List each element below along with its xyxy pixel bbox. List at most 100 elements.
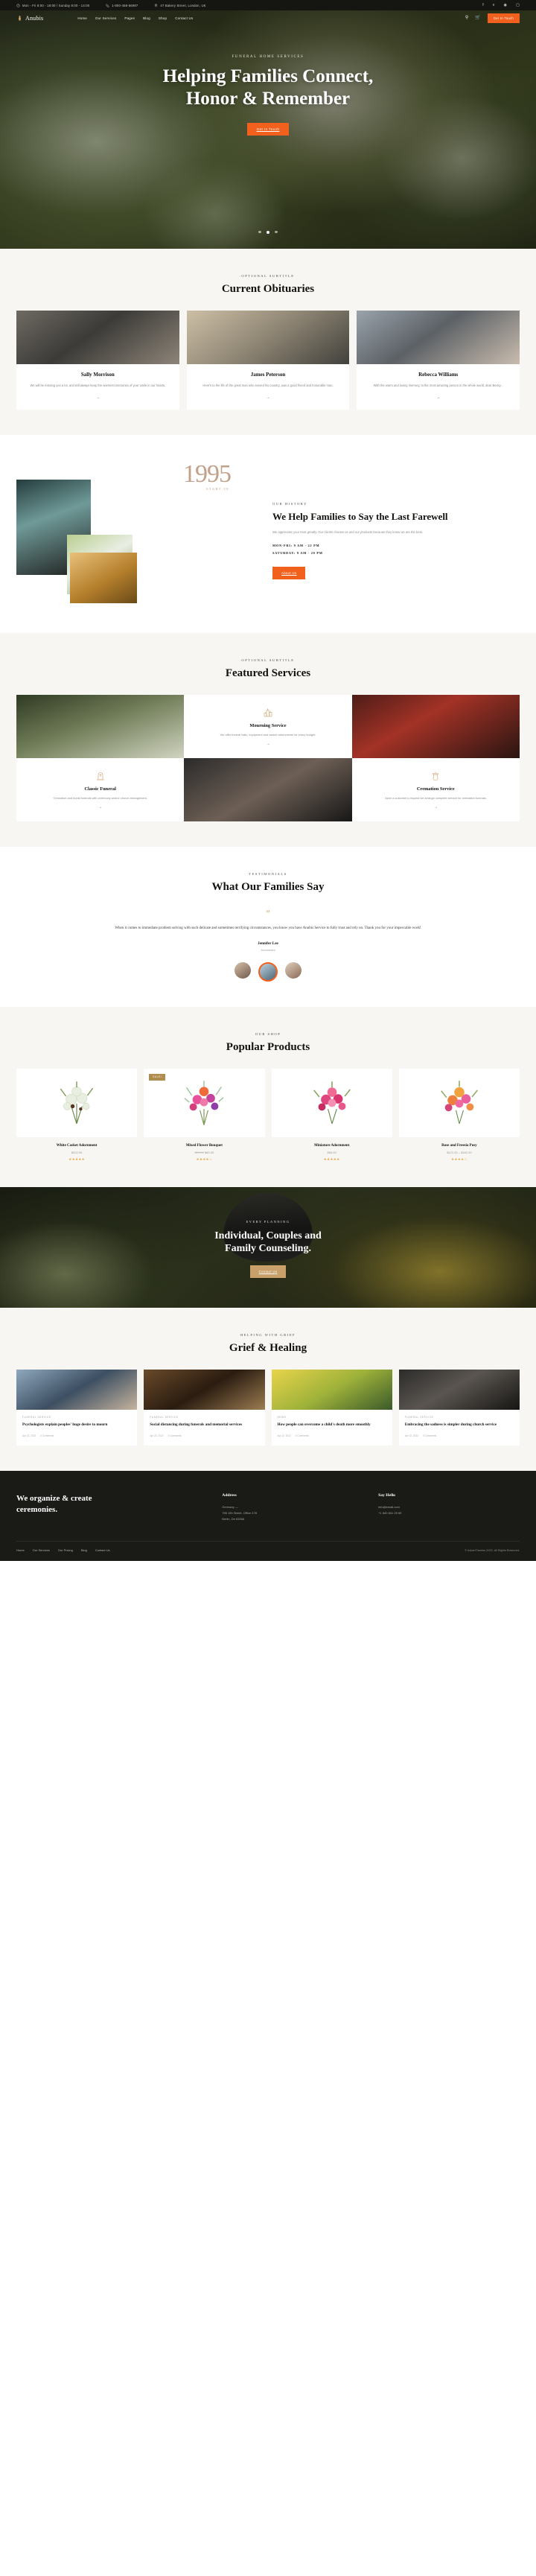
instagram-icon[interactable]: ▢ <box>516 3 520 7</box>
blog-eyebrow: HELPING WITH GRIEF <box>240 1332 296 1337</box>
blog-card[interactable]: FUNERAL SERVICE Social distancing during… <box>144 1369 265 1446</box>
blog-category[interactable]: FUNERAL SERVICE <box>405 1416 514 1419</box>
blog-post-title[interactable]: How people can overcome a child's death … <box>278 1422 386 1428</box>
footer-bottom-bar: Home Our Services Our Pricing Blog Conta… <box>16 1541 520 1561</box>
product-card[interactable]: SALE! Mixed Flower Bouquet $99.00 $89.00… <box>144 1068 265 1162</box>
blog-post-title[interactable]: Social distancing during funerals and me… <box>150 1422 258 1428</box>
hero-title: Helping Families Connect, Honor & Rememb… <box>0 66 536 109</box>
arrow-right-icon[interactable]: → <box>23 395 173 400</box>
nav-item-our-services[interactable]: Our Services <box>95 16 116 20</box>
blog-category[interactable]: FUNERAL SERVICE <box>22 1416 131 1419</box>
product-price: $202.00 <box>71 1150 83 1154</box>
product-card[interactable]: Miniature Adornment $69.00 ★★★★★ <box>271 1068 392 1162</box>
arrow-right-icon[interactable]: → <box>98 805 102 810</box>
hero-section: FUNERAL HOME SERVICES Helping Families C… <box>0 10 536 249</box>
slider-dot-1[interactable] <box>258 230 261 233</box>
services-grid: Mourning Service We offer funeral halls,… <box>16 694 520 821</box>
hours-weekday: MON-FRI: 9 AM - 22 PM <box>272 544 320 548</box>
get-in-touch-button[interactable]: Get In Touch <box>487 13 520 23</box>
arrow-right-icon[interactable]: → <box>266 742 269 746</box>
product-image <box>16 1068 138 1137</box>
obituary-card[interactable]: Sally Morrison We will be missing you a … <box>16 311 179 410</box>
hero-eyebrow: FUNERAL HOME SERVICES <box>232 55 304 59</box>
blog-comments: 0 Comments <box>168 1434 182 1438</box>
product-card[interactable]: Rose and Freesia Posy $121.00 – $182.00 … <box>398 1068 520 1162</box>
search-icon[interactable]: ⚲ <box>465 16 468 20</box>
blog-card[interactable]: FUNERAL SERVICE Psychologists explain pe… <box>16 1369 138 1446</box>
arrow-right-icon[interactable]: → <box>363 395 513 400</box>
arrow-right-icon[interactable]: → <box>194 395 343 400</box>
twitter-icon[interactable]: ᴠ <box>493 3 495 7</box>
footer-top: We organize & create ceremonies. Address… <box>16 1493 520 1521</box>
blog-section: HELPING WITH GRIEF Grief & Healing FUNER… <box>0 1307 536 1472</box>
blog-post-title[interactable]: Psychologists explain peoples' huge desi… <box>22 1422 131 1428</box>
phone-info[interactable]: 1-800-458-56987 <box>106 4 138 7</box>
footer-link-contact-us[interactable]: Contact Us <box>95 1548 110 1552</box>
service-card-mourning[interactable]: Mourning Service We offer funeral halls,… <box>184 694 352 758</box>
nav-item-shop[interactable]: Shop <box>159 16 167 20</box>
service-card-classic-funeral[interactable]: Classic Funeral Cremation and burial fun… <box>16 757 185 821</box>
services-header: OPTIONAL SUBTITLE Featured Services <box>16 658 520 680</box>
avatar[interactable] <box>234 961 251 979</box>
footer-phone-link[interactable]: +1 840 841 25 69 <box>378 1510 520 1516</box>
obituary-card[interactable]: James Peterson Here's to the life of the… <box>186 311 350 410</box>
hero-cta-button[interactable]: Get In Touch <box>246 123 290 136</box>
testimonial-author: Jennifer Lee <box>258 941 278 946</box>
obituary-photo <box>357 311 520 364</box>
obituaries-grid: Sally Morrison We will be missing you a … <box>16 311 520 410</box>
avatar[interactable] <box>258 961 278 982</box>
avatar[interactable] <box>285 961 302 979</box>
footer-link-our-pricing[interactable]: Our Pricing <box>58 1548 73 1552</box>
quote-icon: ” <box>266 907 270 918</box>
dribbble-icon[interactable]: ◉ <box>503 3 507 7</box>
history-section: 1995 START IN OUR HISTORY We Help Famili… <box>0 434 536 633</box>
footer-link-blog[interactable]: Blog <box>81 1548 87 1552</box>
product-image <box>398 1068 520 1137</box>
footer-link-home[interactable]: Home <box>16 1548 25 1552</box>
cta-content: EVERY PLANNING Individual, Couples and F… <box>0 1187 536 1278</box>
about-us-button[interactable]: About Us <box>272 567 306 580</box>
blog-category[interactable]: NEWS <box>278 1416 386 1419</box>
footer-contact-column: Say Hello info@email.com +1 840 841 25 6… <box>378 1493 520 1521</box>
headstone-icon <box>96 772 104 780</box>
footer-link-our-services[interactable]: Our Services <box>33 1548 50 1552</box>
footer-links: Home Our Services Our Pricing Blog Conta… <box>16 1548 110 1552</box>
footer-address-title: Address <box>222 1493 237 1498</box>
blog-header: HELPING WITH GRIEF Grief & Healing <box>16 1333 520 1355</box>
nav-item-home[interactable]: Home <box>77 16 87 20</box>
cta-contact-button[interactable]: Contact Us <box>249 1265 287 1278</box>
blog-category[interactable]: FUNERAL SERVICE <box>150 1416 258 1419</box>
nav-item-pages[interactable]: Pages <box>124 16 135 20</box>
blog-card[interactable]: NEWS How people can overcome a child's d… <box>271 1369 392 1446</box>
product-card[interactable]: White Casket Adornment $202.00 ★★★★★ <box>16 1068 138 1162</box>
arrow-right-icon[interactable]: → <box>434 805 438 810</box>
anubis-logo-icon <box>19 15 21 20</box>
blog-photo <box>398 1369 520 1410</box>
blog-meta: Apr 22, 2022 0 Comments <box>150 1434 258 1437</box>
blog-card[interactable]: FUNERAL SERVICE Embracing the sadness is… <box>398 1369 520 1446</box>
obituary-name: Rebecca Williams <box>418 372 459 378</box>
product-name: Miniature Adornment <box>313 1143 350 1148</box>
obituary-card[interactable]: Rebecca Williams With the warm and lovin… <box>357 311 520 410</box>
blog-photo <box>271 1369 392 1410</box>
service-card-cremation[interactable]: Cremation Service Upon a customer's requ… <box>351 757 520 821</box>
footer-contact-title: Say Hello <box>378 1493 395 1498</box>
product-rating: ★★★★★ <box>68 1157 85 1161</box>
slider-dot-3[interactable] <box>275 230 278 233</box>
footer-email-link[interactable]: info@email.com <box>378 1504 520 1510</box>
site-logo[interactable]: Anubis <box>16 15 43 22</box>
cart-icon[interactable]: 🛒 <box>475 16 480 20</box>
blog-post-title[interactable]: Embracing the sadness is simpler during … <box>405 1422 514 1428</box>
clock-icon <box>16 3 20 7</box>
footer-copyright: © AxiomThemes 2022. All Rights Reserved. <box>465 1548 520 1552</box>
nav-item-blog[interactable]: Blog <box>143 16 150 20</box>
nav-item-contact-us[interactable]: Contact Us <box>175 16 193 20</box>
obituaries-title: Current Obituaries <box>221 283 315 295</box>
urn-icon <box>433 772 439 780</box>
blog-comments: 0 Comments <box>40 1434 54 1438</box>
white-bouquet-icon <box>60 1081 94 1124</box>
history-content: OUR HISTORY We Help Families to Say the … <box>272 463 520 605</box>
facebook-icon[interactable]: f <box>482 3 484 7</box>
slider-dot-2[interactable] <box>266 230 270 234</box>
product-rating: ★★★★☆ <box>451 1157 468 1161</box>
